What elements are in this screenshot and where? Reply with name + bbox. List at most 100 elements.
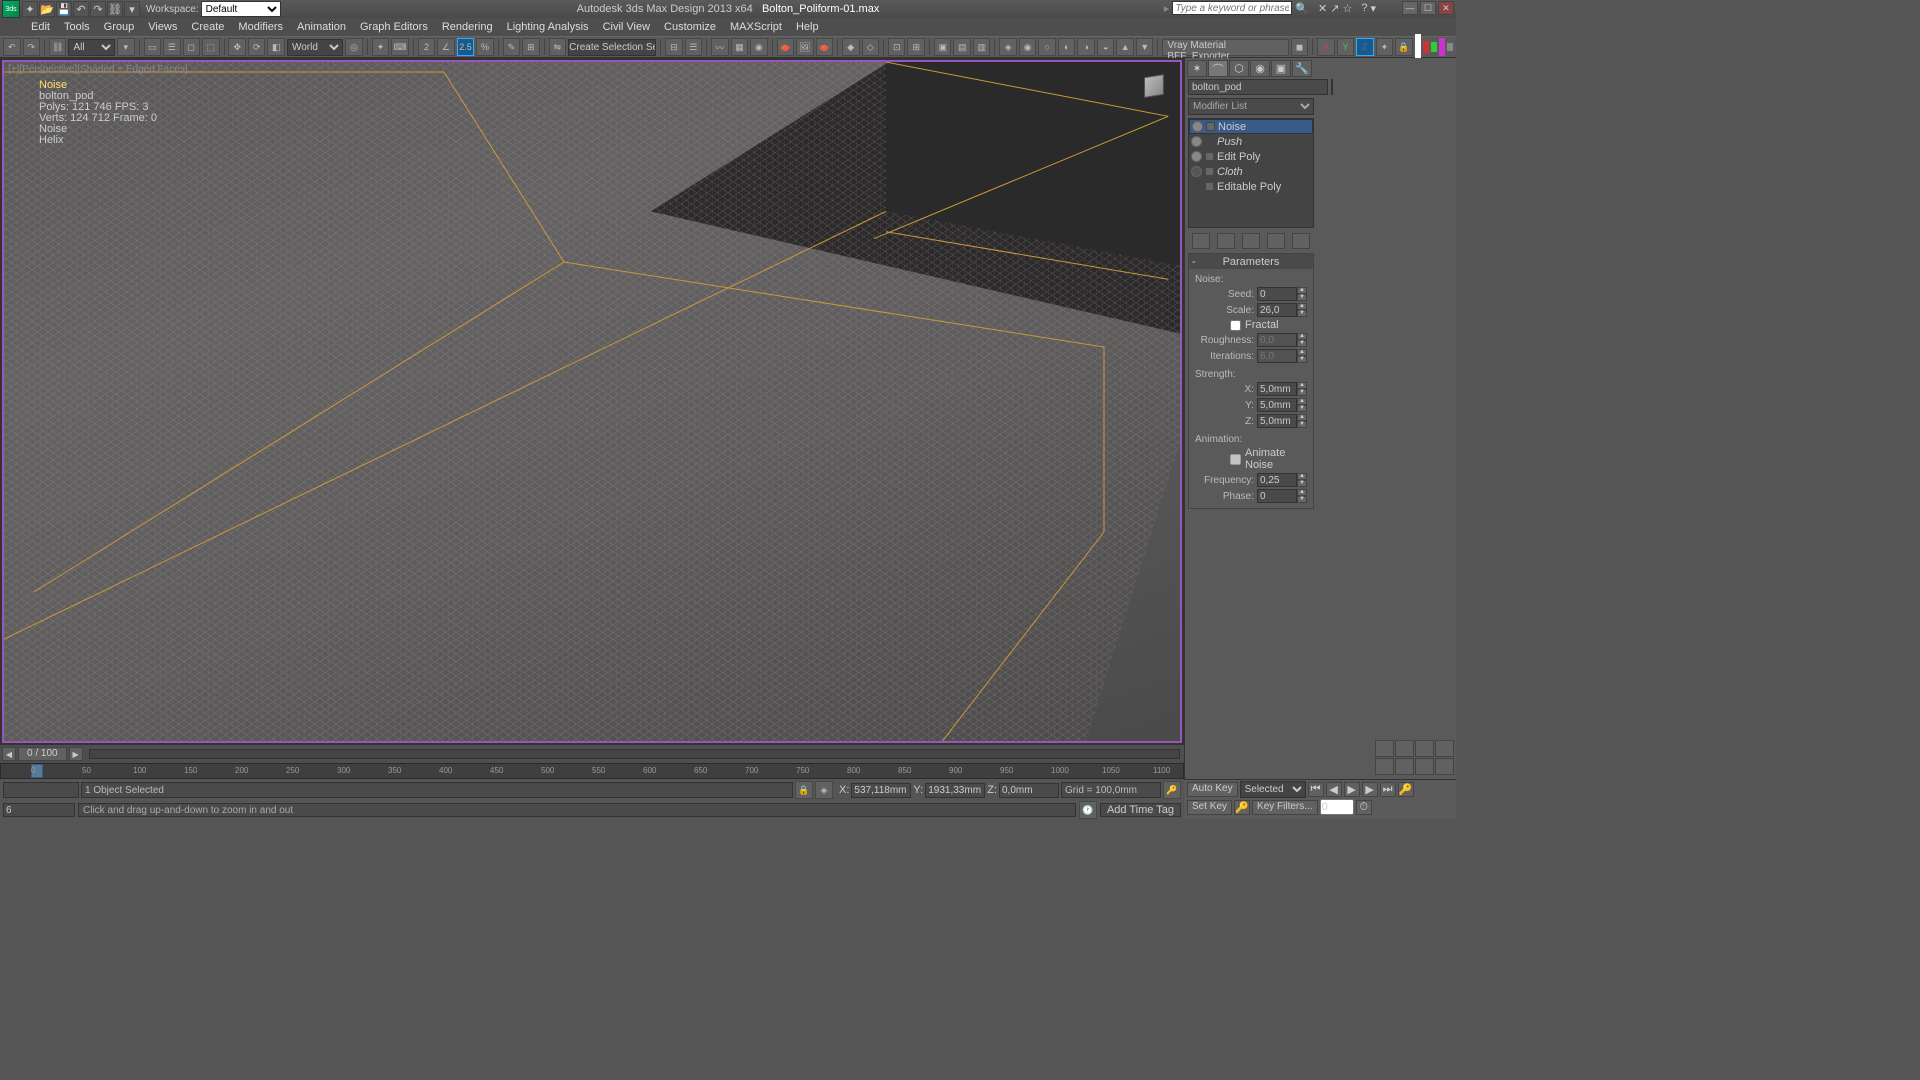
make-unique-icon[interactable] <box>1242 233 1260 249</box>
select-rect-icon[interactable]: ◻ <box>183 38 201 56</box>
menu-modifiers[interactable]: Modifiers <box>231 19 290 35</box>
seed-spinner[interactable]: ▲▼ <box>1257 287 1307 301</box>
snap-percent-icon[interactable]: % <box>476 38 494 56</box>
tb-g-icon[interactable]: ▥ <box>973 38 991 56</box>
coord-center-icon[interactable]: ◎ <box>345 38 363 56</box>
zoom-extents-icon[interactable] <box>1415 740 1434 757</box>
menu-edit[interactable]: Edit <box>24 19 57 35</box>
tab-utilities-icon[interactable]: 🔧 <box>1292 60 1312 77</box>
selfilter-icon[interactable]: ▾ <box>117 38 135 56</box>
selection-set-input[interactable] <box>568 39 656 56</box>
snap25-icon[interactable]: 2.5 <box>457 38 475 56</box>
keyfilters-button[interactable]: Key Filters... <box>1252 800 1318 815</box>
prev-key-button[interactable]: ◀ <box>2 747 16 761</box>
pin-stack-icon[interactable] <box>1192 233 1210 249</box>
prev-frame-icon[interactable]: ◀ <box>1326 782 1342 797</box>
tb-c-icon[interactable]: ⊡ <box>888 38 906 56</box>
app-icon[interactable]: 3ds <box>2 0 20 18</box>
vray-toolbar-button[interactable]: Vray Material BFF_Exporter <box>1162 39 1288 56</box>
tb-j-icon[interactable]: ○ <box>1038 38 1056 56</box>
keyboard-icon[interactable]: ⌨ <box>391 38 409 56</box>
axis-lock-icon[interactable]: 🔒 <box>1395 38 1413 56</box>
search-icon[interactable]: 🔍 <box>1295 2 1309 15</box>
maximize-button[interactable]: ☐ <box>1420 1 1436 15</box>
goto-end-icon[interactable]: ⏭ <box>1380 782 1396 797</box>
rollout-header[interactable]: -Parameters <box>1189 254 1313 269</box>
rendered-frame-icon[interactable]: 🖼 <box>796 38 814 56</box>
manip-icon[interactable]: ✦ <box>372 38 390 56</box>
help-dropdown-icon[interactable]: ▾ <box>1370 2 1376 15</box>
tab-display-icon[interactable]: ▣ <box>1271 60 1291 77</box>
coord-x-input[interactable] <box>851 783 911 798</box>
exchange-icon[interactable]: ↗ <box>1330 2 1339 15</box>
menu-civilview[interactable]: Civil View <box>596 19 657 35</box>
axis-y-icon[interactable]: Y <box>1337 38 1355 56</box>
menu-create[interactable]: Create <box>184 19 231 35</box>
object-color-swatch[interactable] <box>1331 79 1333 95</box>
tab-create-icon[interactable]: ✶ <box>1187 60 1207 77</box>
frequency-spinner[interactable]: ▲▼ <box>1257 473 1307 487</box>
object-name-input[interactable] <box>1188 79 1328 95</box>
rotate-icon[interactable]: ⟳ <box>248 38 266 56</box>
tab-modify-icon[interactable]: ⌒ <box>1208 60 1228 77</box>
scale-spinner[interactable]: ▲▼ <box>1257 303 1307 317</box>
fov-icon[interactable] <box>1375 758 1394 775</box>
coord-y-input[interactable] <box>925 783 985 798</box>
time-slider[interactable] <box>89 749 1180 759</box>
tb-o-icon[interactable]: ▼ <box>1136 38 1154 56</box>
next-frame-icon[interactable]: ▶ <box>1362 782 1378 797</box>
tb-b-icon[interactable]: ◇ <box>862 38 880 56</box>
tab-hierarchy-icon[interactable]: ⬡ <box>1229 60 1249 77</box>
add-time-tag[interactable]: Add Time Tag <box>1100 803 1181 817</box>
axis-x-icon[interactable]: X <box>1317 38 1335 56</box>
tb-m-icon[interactable]: ◒ <box>1097 38 1115 56</box>
absolute-mode-icon[interactable]: ◈ <box>815 781 833 799</box>
close-button[interactable]: ✕ <box>1438 1 1454 15</box>
strength-y-spinner[interactable]: ▲▼ <box>1257 398 1307 412</box>
perspective-viewport[interactable]: [+][Perspective][Shaded + Edged Faces] N… <box>2 60 1182 743</box>
vray-a-icon[interactable]: ◼ <box>1291 38 1309 56</box>
time-config-icon[interactable]: ⏱ <box>1356 800 1372 815</box>
phase-spinner[interactable]: ▲▼ <box>1257 489 1307 503</box>
modifier-stack[interactable]: Noise Push Edit Poly Cloth Editable Poly <box>1188 118 1314 228</box>
tb-k-icon[interactable]: ◐ <box>1058 38 1076 56</box>
show-end-icon[interactable] <box>1217 233 1235 249</box>
tab-motion-icon[interactable]: ◉ <box>1250 60 1270 77</box>
favorite-icon[interactable]: ☆ <box>1342 2 1352 15</box>
move-icon[interactable]: ✥ <box>228 38 246 56</box>
tb-n-icon[interactable]: ▲ <box>1116 38 1134 56</box>
align-icon[interactable]: ⊟ <box>665 38 683 56</box>
zoom-icon[interactable] <box>1375 740 1394 757</box>
coord-z-input[interactable] <box>999 783 1059 798</box>
menu-help[interactable]: Help <box>789 19 826 35</box>
create-sel-icon[interactable]: ⊞ <box>522 38 540 56</box>
select-name-icon[interactable]: ☰ <box>163 38 181 56</box>
select-window-icon[interactable]: ⬚ <box>202 38 220 56</box>
qat-new-icon[interactable]: ✦ <box>22 1 38 17</box>
strength-z-spinner[interactable]: ▲▼ <box>1257 414 1307 428</box>
play-icon[interactable]: ▶ <box>1344 782 1360 797</box>
filter-selector[interactable]: All <box>68 39 115 56</box>
mirror-icon[interactable]: ⇋ <box>549 38 567 56</box>
menu-views[interactable]: Views <box>141 19 184 35</box>
zoom-extents-all-icon[interactable] <box>1435 740 1454 757</box>
menu-maxscript[interactable]: MAXScript <box>723 19 789 35</box>
autokey-button[interactable]: Auto Key <box>1187 782 1238 797</box>
search-input[interactable] <box>1172 1 1292 15</box>
link-icon[interactable]: ⛓ <box>49 38 67 56</box>
remove-mod-icon[interactable] <box>1267 233 1285 249</box>
curve-editor-icon[interactable]: 〰 <box>711 38 729 56</box>
qat-more-icon[interactable]: ▾ <box>124 1 140 17</box>
configure-icon[interactable] <box>1292 233 1310 249</box>
menu-customize[interactable]: Customize <box>657 19 723 35</box>
menu-lighting[interactable]: Lighting Analysis <box>500 19 596 35</box>
render-setup-icon[interactable]: 🫖 <box>777 38 795 56</box>
scale-icon[interactable]: ◧ <box>267 38 285 56</box>
track-bar[interactable]: 0501001502002503003504004505005506006507… <box>0 763 1184 779</box>
coord-selector[interactable]: World <box>287 39 343 56</box>
orbit-icon[interactable] <box>1415 758 1434 775</box>
snap-angle-icon[interactable]: ∠ <box>437 38 455 56</box>
menu-animation[interactable]: Animation <box>290 19 353 35</box>
redo2-icon[interactable]: ↷ <box>23 38 41 56</box>
select-object-icon[interactable]: ▭ <box>144 38 162 56</box>
